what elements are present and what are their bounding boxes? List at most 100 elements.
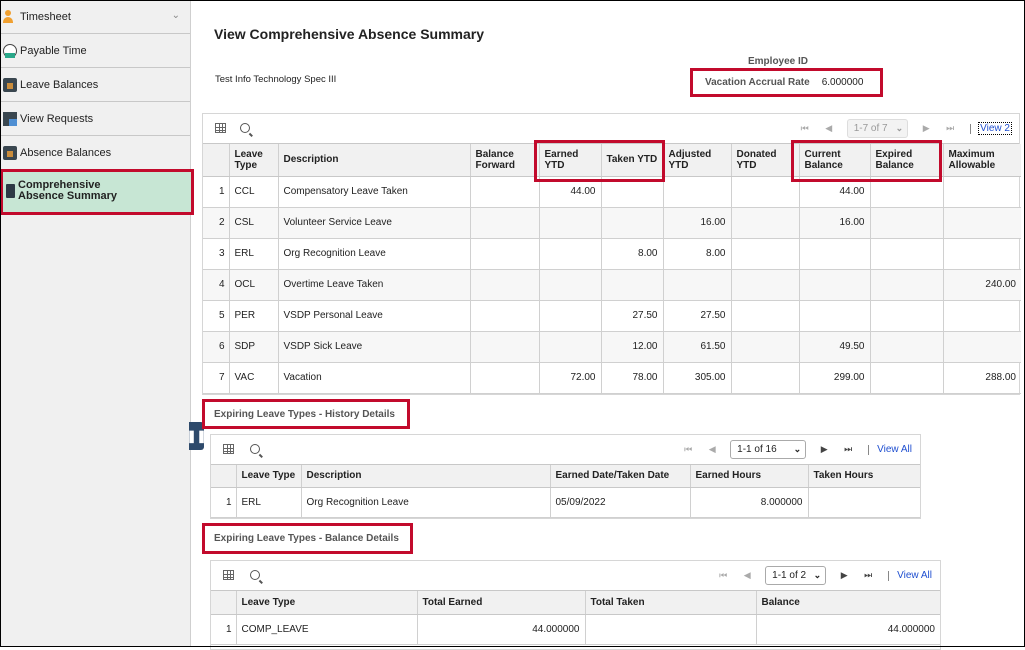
previous-page-icon[interactable]: ◀ xyxy=(735,570,759,581)
sidebar-item-absence-balances[interactable]: Absence Balances xyxy=(0,136,190,170)
table-row: 6 SDP VSDP Sick Leave 12.00 61.50 49.50 xyxy=(203,331,1021,363)
search-icon[interactable] xyxy=(240,123,250,133)
cell-current-balance xyxy=(799,238,871,270)
cell-description: VSDP Sick Leave xyxy=(278,331,471,363)
first-page-icon[interactable]: ⏮ xyxy=(711,570,735,581)
collapse-sidebar-handle[interactable]: ❚❚ xyxy=(186,422,207,450)
row-range-select[interactable]: 1-1 of 2 ⌄ xyxy=(765,566,827,585)
cell-description: Org Recognition Leave xyxy=(278,238,471,270)
table-row: 2 CSL Volunteer Service Leave 16.00 16.00 xyxy=(203,207,1021,239)
search-icon[interactable] xyxy=(250,570,260,580)
view-all-link[interactable]: View All xyxy=(897,570,932,581)
cell-taken-ytd: 12.00 xyxy=(601,331,664,363)
row-range-value: 1-7 of 7 xyxy=(853,123,888,134)
calendar-icon xyxy=(3,111,17,126)
view-2-link[interactable]: View 2 xyxy=(978,122,1012,135)
column-header-taken-ytd: Taken YTD xyxy=(601,144,664,177)
sidebar-item-leave-balances[interactable]: Leave Balances xyxy=(0,68,190,102)
cell-balance-forward xyxy=(470,207,540,239)
sidebar-item-label: Payable Time xyxy=(20,44,87,57)
cell-earned-ytd xyxy=(539,269,602,301)
last-page-icon[interactable]: ⏭ xyxy=(856,570,880,581)
cell-balance-forward xyxy=(470,269,540,301)
cell-row-number: 5 xyxy=(203,300,230,332)
grid-toolbar: ⏮ ◀ 1-7 of 7 ⌄ ▶ ⏭ View 2 xyxy=(203,114,1019,144)
last-page-icon[interactable]: ⏭ xyxy=(938,123,962,134)
cell-donated-ytd xyxy=(731,362,800,394)
grid-pager: ⏮ ◀ 1-7 of 7 ⌄ ▶ ⏭ View 2 xyxy=(793,119,1012,138)
column-header-adjusted-ytd: Adjusted YTD xyxy=(663,144,732,177)
previous-page-icon[interactable]: ◀ xyxy=(817,123,841,134)
cell-total-earned: 44.000000 xyxy=(417,614,586,645)
next-page-icon[interactable]: ▶ xyxy=(914,123,938,134)
column-header-leave-type: Leave Type xyxy=(229,144,279,177)
next-page-icon[interactable]: ▶ xyxy=(812,444,836,455)
personalize-grid-icon[interactable] xyxy=(223,444,234,454)
next-page-icon[interactable]: ▶ xyxy=(832,570,856,581)
column-header-leave-type: Leave Type xyxy=(236,465,302,488)
sidebar-item-payable-time[interactable]: Payable Time xyxy=(0,34,190,68)
sidebar: Timesheet ⌄ Payable Time Leave Balances … xyxy=(0,0,194,647)
cell-row-number: 6 xyxy=(203,331,230,363)
table-row: 3 ERL Org Recognition Leave 8.00 8.00 xyxy=(203,238,1021,270)
cell-leave-type: SDP xyxy=(229,331,279,363)
cell-expired-balance xyxy=(870,362,944,394)
cell-description: Volunteer Service Leave xyxy=(278,207,471,239)
column-header-taken-hours: Taken Hours xyxy=(808,465,920,488)
cell-total-taken xyxy=(585,614,757,645)
cell-adjusted-ytd xyxy=(663,176,732,208)
absence-summary-grid: ⏮ ◀ 1-7 of 7 ⌄ ▶ ⏭ View 2 Leave Type Des… xyxy=(202,113,1021,395)
employee-id-label: Employee ID xyxy=(748,56,809,67)
cell-balance: 44.000000 xyxy=(756,614,940,645)
cell-adjusted-ytd: 61.50 xyxy=(663,331,732,363)
table-row: 5 PER VSDP Personal Leave 27.50 27.50 xyxy=(203,300,1021,332)
view-all-link[interactable]: View All xyxy=(877,444,912,455)
cell-description: Org Recognition Leave xyxy=(301,487,551,518)
search-icon[interactable] xyxy=(250,444,260,454)
first-page-icon[interactable]: ⏮ xyxy=(676,444,700,455)
chevron-down-icon: ⌄ xyxy=(793,444,802,454)
sidebar-item-timesheet[interactable]: Timesheet ⌄ xyxy=(0,0,190,34)
table-row: 1 ERL Org Recognition Leave 05/09/2022 8… xyxy=(211,487,920,518)
job-title: Test Info Technology Spec III xyxy=(215,74,337,85)
divider xyxy=(970,123,972,134)
page-title: View Comprehensive Absence Summary xyxy=(214,26,484,42)
cell-taken-ytd xyxy=(601,207,664,239)
column-header-maximum-allowable: Maximum Allowable xyxy=(943,144,1021,177)
sidebar-item-view-requests[interactable]: View Requests xyxy=(0,102,190,136)
cell-taken-ytd xyxy=(601,176,664,208)
first-page-icon[interactable]: ⏮ xyxy=(793,123,817,134)
person-clock-icon xyxy=(3,9,17,24)
cell-donated-ytd xyxy=(731,207,800,239)
cell-adjusted-ytd: 8.00 xyxy=(663,238,732,270)
cell-leave-type: COMP_LEAVE xyxy=(236,614,418,645)
cell-maximum-allowable: 288.00 xyxy=(943,362,1021,394)
grid-pager: ⏮ ◀ 1-1 of 2 ⌄ ▶ ⏭ View All xyxy=(711,566,932,585)
cell-expired-balance xyxy=(870,176,944,208)
sidebar-item-comprehensive-absence-summary[interactable]: Comprehensive Absence Summary xyxy=(0,169,194,215)
column-header-current-balance: Current Balance xyxy=(799,144,871,177)
vacation-accrual-rate: Vacation Accrual Rate 6.000000 xyxy=(690,68,883,97)
cell-description: Overtime Leave Taken xyxy=(278,269,471,301)
last-page-icon[interactable]: ⏭ xyxy=(836,444,860,455)
grid-toolbar: ⏮ ◀ 1-1 of 16 ⌄ ▶ ⏭ View All xyxy=(211,435,920,465)
cell-taken-ytd: 27.50 xyxy=(601,300,664,332)
cell-taken-hours xyxy=(808,487,920,518)
cell-row-number: 7 xyxy=(203,362,230,394)
chevron-down-icon[interactable]: ⌄ xyxy=(172,10,180,21)
row-range-select[interactable]: 1-1 of 16 ⌄ xyxy=(730,440,807,459)
column-header-earned-hours: Earned Hours xyxy=(690,465,809,488)
row-range-value: 1-1 of 2 xyxy=(772,570,807,581)
previous-page-icon[interactable]: ◀ xyxy=(700,444,724,455)
cell-donated-ytd xyxy=(731,300,800,332)
personalize-grid-icon[interactable] xyxy=(223,570,234,580)
table-row: 4 OCL Overtime Leave Taken 240.00 xyxy=(203,269,1021,301)
cell-leave-type: ERL xyxy=(236,487,302,518)
history-section-title: Expiring Leave Types - History Details xyxy=(214,409,395,420)
cell-adjusted-ytd: 16.00 xyxy=(663,207,732,239)
row-range-select[interactable]: 1-7 of 7 ⌄ xyxy=(846,119,909,138)
column-header-balance: Balance xyxy=(756,591,940,615)
sidebar-item-label: Leave Balances xyxy=(20,78,99,91)
balance-section-title: Expiring Leave Types - Balance Details xyxy=(214,533,399,544)
personalize-grid-icon[interactable] xyxy=(215,123,226,133)
